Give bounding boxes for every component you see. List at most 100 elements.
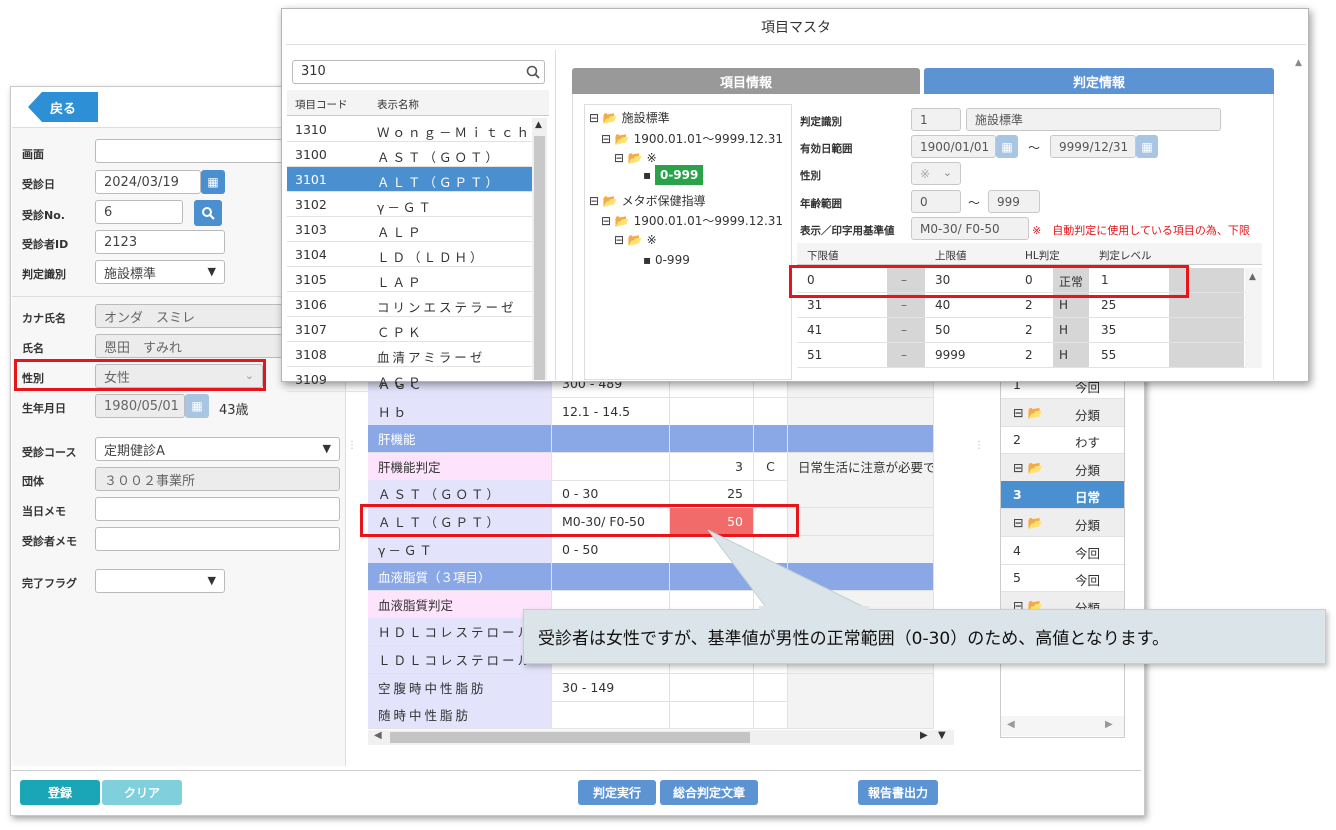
patient-memo-field[interactable] bbox=[95, 527, 340, 551]
horizontal-scrollbar[interactable]: ◀ ▶ ▼ bbox=[368, 730, 954, 745]
item-name-cell: 肝機能判定 bbox=[368, 452, 552, 480]
threshold-row[interactable]: 51 – 9999 2 H 55 bbox=[797, 343, 1262, 368]
table-row[interactable]: 肝機能判定 3 C 日常生活に注意が必要で bbox=[368, 452, 934, 481]
scroll-left-icon[interactable]: ◀ bbox=[1007, 719, 1015, 730]
item-name: ＡＬＴ（ＧＰＴ） bbox=[377, 175, 502, 190]
list-item[interactable]: 3109 ＡＣＰ bbox=[287, 367, 532, 392]
tree-row[interactable]: 2 わす bbox=[1001, 426, 1124, 455]
tree-scrollbar[interactable]: ◀ ▶ bbox=[1001, 716, 1124, 736]
list-item[interactable]: 3104 ＬＤ（ＬＤＨ） bbox=[287, 242, 532, 267]
item-name: ＡＳＴ（ＧＯＴ） bbox=[377, 150, 502, 165]
tree-row-text: わす bbox=[1075, 435, 1101, 451]
tree-node-date[interactable]: ⊟ 📂 1900.01.01～9999.12.31 bbox=[601, 130, 783, 147]
reference-cell bbox=[552, 701, 670, 729]
dash: – bbox=[901, 298, 907, 312]
value-cell[interactable] bbox=[670, 397, 754, 425]
scrollbar-thumb[interactable] bbox=[390, 732, 750, 743]
list-item[interactable]: 3101 ＡＬＴ（ＧＰＴ） bbox=[287, 167, 532, 192]
tab-item-info[interactable]: 項目情報 bbox=[572, 68, 920, 94]
tree-node-range-selected[interactable]: ▪ 0-999 bbox=[643, 165, 704, 185]
run-judge-button[interactable]: 判定実行 bbox=[578, 780, 656, 805]
scroll-right-icon[interactable]: ▶ bbox=[920, 730, 928, 741]
list-item[interactable]: 3102 γ－ＧＴ bbox=[287, 192, 532, 217]
tree-node-metabo[interactable]: ⊟ 📂 メタボ保健指導 bbox=[589, 192, 706, 209]
list-item[interactable]: 3100 ＡＳＴ（ＧＯＴ） bbox=[287, 142, 532, 167]
flag-cell bbox=[754, 425, 788, 453]
chevron-down-icon: ▼ bbox=[322, 442, 331, 455]
item-name: ＡＣＰ bbox=[377, 375, 424, 390]
age-range-label: 年齢範囲 bbox=[800, 198, 842, 210]
register-button[interactable]: 登録 bbox=[20, 780, 100, 805]
done-flag-select[interactable]: ▼ bbox=[95, 569, 225, 593]
scroll-up-icon[interactable]: ▲ bbox=[535, 120, 542, 130]
scroll-down-icon[interactable]: ▼ bbox=[938, 730, 946, 741]
tab-judge-info[interactable]: 判定情報 bbox=[924, 68, 1274, 94]
comment-cell bbox=[788, 480, 934, 508]
auto-judge-warning: ※ 自動判定に使用している項目の為、下限 bbox=[1032, 224, 1250, 237]
threshold-scrollbar[interactable]: ▲ bbox=[1245, 268, 1262, 368]
table-row[interactable]: Ｈｂ 12.1 - 14.5 bbox=[368, 397, 934, 426]
day-memo-field[interactable] bbox=[95, 497, 340, 521]
threshold-header: 下限値 上限値 HL判定 判定レベル bbox=[797, 243, 1262, 265]
tree-node-sex[interactable]: ⊟ 📂 ※ bbox=[614, 233, 657, 247]
tree-node-range[interactable]: ▪ 0-999 bbox=[643, 253, 690, 267]
threshold-row[interactable]: 41 – 50 2 H 35 bbox=[797, 318, 1262, 343]
value-cell[interactable]: 3 bbox=[670, 452, 754, 480]
value-cell[interactable] bbox=[670, 425, 754, 453]
scroll-up-icon[interactable]: ▲ bbox=[1295, 58, 1302, 68]
date-from-field: 1900/01/01 bbox=[911, 135, 996, 158]
judge-type-select[interactable]: 施設標準 ▼ bbox=[95, 260, 225, 284]
search-icon[interactable] bbox=[194, 200, 222, 226]
value-cell[interactable] bbox=[670, 701, 754, 729]
splitter-handle[interactable]: ⋮ bbox=[974, 440, 984, 451]
comment-cell bbox=[788, 425, 934, 453]
table-row[interactable]: 空腹時中性脂肪 30 - 149 bbox=[368, 673, 934, 702]
tree-row[interactable]: 3 日常 bbox=[1001, 481, 1124, 510]
tree-node-label: 0-999 bbox=[654, 165, 704, 185]
tree-row-number: 5 bbox=[1013, 570, 1021, 586]
splitter-handle[interactable]: ⋮ bbox=[347, 440, 357, 451]
value-cell[interactable] bbox=[670, 673, 754, 701]
table-row[interactable]: 随時中性脂肪 bbox=[368, 701, 934, 730]
tree-row[interactable]: ⊟ 📂 分類 bbox=[1001, 453, 1124, 482]
level-cell-bg bbox=[1169, 343, 1244, 367]
day-memo-label: 当日メモ bbox=[22, 505, 66, 518]
tree-row[interactable]: ⊟ 📂 分類 bbox=[1001, 398, 1124, 427]
report-output-button[interactable]: 報告書出力 bbox=[858, 780, 938, 805]
search-icon[interactable] bbox=[526, 65, 540, 79]
exam-date-field[interactable]: 2024/03/19 bbox=[95, 170, 201, 194]
list-item[interactable]: 3107 ＣＰＫ bbox=[287, 317, 532, 342]
course-select[interactable]: 定期健診A ▼ bbox=[95, 437, 340, 461]
tree-row[interactable]: 5 今回 bbox=[1001, 564, 1124, 593]
list-scrollbar[interactable]: ▲ bbox=[532, 118, 547, 380]
list-item[interactable]: 1310 Ｗｏｎｇ－Ｍｉｔｃｈｅｌｌ方 bbox=[287, 117, 532, 142]
list-item[interactable]: 3105 ＬＡＰ bbox=[287, 267, 532, 292]
tree-node-date[interactable]: ⊟ 📂 1900.01.01～9999.12.31 bbox=[601, 212, 783, 229]
table-row[interactable]: 肝機能 bbox=[368, 425, 934, 454]
back-button[interactable]: 戻る bbox=[28, 92, 98, 122]
patient-id-field[interactable]: 2123 bbox=[95, 230, 225, 254]
tree-row[interactable]: 4 今回 bbox=[1001, 537, 1124, 565]
tree-row[interactable]: ⊟ 📂 分類 bbox=[1001, 509, 1124, 537]
calendar-icon[interactable]: ▦ bbox=[201, 170, 225, 194]
item-search-input[interactable]: 310 bbox=[292, 60, 545, 84]
scroll-right-icon[interactable]: ▶ bbox=[1105, 719, 1113, 730]
list-item[interactable]: 3108 血清アミラーゼ bbox=[287, 342, 532, 367]
scroll-up-icon[interactable]: ▲ bbox=[1249, 272, 1256, 282]
scrollbar-thumb[interactable] bbox=[534, 136, 545, 380]
high-value: 50 bbox=[935, 323, 951, 337]
comment-cell bbox=[788, 701, 934, 729]
list-item[interactable]: 3103 ＡＬＰ bbox=[287, 217, 532, 242]
exam-no-field[interactable]: 6 bbox=[95, 200, 183, 224]
list-item[interactable]: 3106 コリンエステラーゼ bbox=[287, 292, 532, 317]
summary-text-button[interactable]: 総合判定文章 bbox=[660, 780, 758, 805]
scroll-left-icon[interactable]: ◀ bbox=[374, 730, 382, 741]
tree-node-sex[interactable]: ⊟ 📂 ※ bbox=[614, 151, 657, 165]
sex-label: 性別 bbox=[800, 170, 821, 182]
tree-row-text: 今回 bbox=[1075, 545, 1101, 561]
tree-node-facility[interactable]: ⊟ 📂 施設標準 bbox=[589, 109, 670, 126]
clear-button[interactable]: クリア bbox=[102, 780, 182, 805]
screen-field[interactable] bbox=[95, 139, 285, 163]
hl-value: 2 bbox=[1025, 298, 1033, 312]
item-list-header: 項目コード 表示名称 bbox=[287, 90, 549, 116]
